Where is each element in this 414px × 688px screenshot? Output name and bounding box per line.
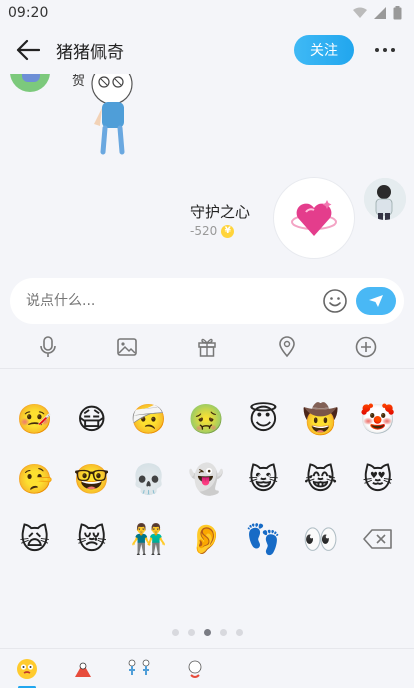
emoji-item[interactable]: 👻 bbox=[178, 449, 235, 509]
signal-icon bbox=[374, 7, 386, 19]
gift-bubble[interactable] bbox=[274, 178, 354, 258]
gift-price: -520 ¥ bbox=[190, 224, 235, 238]
image-icon bbox=[117, 338, 138, 356]
arrow-left-icon bbox=[16, 39, 40, 61]
page-dot[interactable] bbox=[187, 629, 195, 636]
image-button[interactable] bbox=[112, 332, 142, 362]
emoji-item[interactable]: 😻 bbox=[349, 449, 406, 509]
emoji-item[interactable]: 🤥 bbox=[6, 449, 63, 509]
page-dot[interactable] bbox=[235, 629, 243, 636]
emoji-item[interactable]: 👂 bbox=[178, 509, 235, 569]
emoji-item[interactable]: 🤓 bbox=[63, 449, 120, 509]
emoji-panel: 🤒 😷 🤕 🤢 😇 🤠 🤡 🤥 🤓 💀 👻 😺 😹 😻 🙀 😿 👬 👂 👣 👀 bbox=[0, 369, 414, 648]
location-icon bbox=[278, 336, 295, 358]
peer-sticker-image[interactable] bbox=[70, 74, 150, 168]
emoji-item[interactable]: 😷 bbox=[63, 389, 120, 449]
emoji-item[interactable]: 👀 bbox=[292, 509, 349, 569]
delete-button[interactable] bbox=[349, 509, 406, 569]
emoji-item[interactable]: 💀 bbox=[120, 449, 177, 509]
status-icons bbox=[352, 6, 402, 20]
page-indicator bbox=[0, 629, 414, 636]
message-input-bar bbox=[10, 278, 404, 324]
page-title: 猪猪佩奇 bbox=[56, 42, 124, 63]
sticker-pack-1-tab[interactable] bbox=[64, 650, 102, 688]
chat-messages[interactable]: 贺 守护之心 -520 ¥ bbox=[0, 74, 414, 274]
page-dot[interactable] bbox=[219, 629, 227, 636]
coin-icon: ¥ bbox=[221, 224, 235, 238]
heart-gift-icon bbox=[291, 200, 337, 236]
emoji-item[interactable]: 👣 bbox=[235, 509, 292, 569]
sticker-pack-2-icon bbox=[128, 659, 150, 675]
emoji-item[interactable]: 😹 bbox=[292, 449, 349, 509]
page-dot[interactable] bbox=[171, 629, 179, 636]
emoji-item[interactable]: 😿 bbox=[63, 509, 120, 569]
location-button[interactable] bbox=[272, 332, 302, 362]
user-photo bbox=[364, 178, 406, 220]
more-tools-button[interactable] bbox=[351, 332, 381, 362]
sticker-pack-2-tab[interactable] bbox=[120, 650, 158, 688]
input-tools-row bbox=[0, 330, 414, 364]
more-dot bbox=[391, 48, 395, 52]
message-input[interactable] bbox=[26, 293, 322, 309]
paper-plane-icon bbox=[369, 295, 383, 307]
more-dot bbox=[383, 48, 387, 52]
emoji-item[interactable]: 🤕 bbox=[120, 389, 177, 449]
emoji-item[interactable]: 🤒 bbox=[6, 389, 63, 449]
plus-icon bbox=[355, 336, 377, 358]
emoji-grid: 🤒 😷 🤕 🤢 😇 🤠 🤡 🤥 🤓 💀 👻 😺 😹 😻 🙀 😿 👬 👂 👣 👀 bbox=[6, 389, 406, 569]
gift-name: 守护之心 bbox=[190, 203, 251, 221]
wifi-icon bbox=[353, 7, 367, 18]
emoji-item[interactable]: 😇 bbox=[235, 389, 292, 449]
peer-avatar[interactable] bbox=[10, 74, 50, 92]
chat-header: 猪猪佩奇 关注 bbox=[0, 26, 414, 74]
emoji-item[interactable]: 🙀 bbox=[6, 509, 63, 569]
smiley-icon[interactable] bbox=[322, 288, 348, 314]
emoji-tab-icon bbox=[17, 658, 37, 679]
emoji-item[interactable]: 😺 bbox=[235, 449, 292, 509]
gift-price-value: -520 bbox=[190, 224, 218, 238]
emoji-tab[interactable] bbox=[8, 650, 46, 688]
more-button[interactable] bbox=[370, 35, 400, 65]
sticker-tabs bbox=[0, 648, 414, 688]
emoji-item[interactable]: 🤡 bbox=[349, 389, 406, 449]
gift-icon bbox=[198, 338, 216, 357]
more-dot bbox=[375, 48, 379, 52]
status-bar: 09:20 bbox=[0, 0, 414, 26]
gift-button[interactable] bbox=[192, 332, 222, 362]
microphone-icon bbox=[39, 336, 56, 357]
follow-button[interactable]: 关注 bbox=[294, 35, 354, 65]
page-dot-active[interactable] bbox=[203, 629, 211, 636]
voice-button[interactable] bbox=[33, 332, 63, 362]
sticker-pack-3-tab[interactable] bbox=[176, 650, 214, 688]
sticker-pack-3-icon bbox=[188, 660, 202, 678]
back-button[interactable] bbox=[6, 28, 50, 72]
sticker-pack-1-icon bbox=[75, 662, 91, 677]
battery-icon bbox=[393, 6, 402, 20]
status-time: 09:20 bbox=[8, 5, 49, 21]
send-button[interactable] bbox=[356, 287, 396, 315]
my-avatar[interactable] bbox=[364, 178, 406, 220]
emoji-item[interactable]: 👬 bbox=[120, 509, 177, 569]
emoji-item[interactable]: 🤠 bbox=[292, 389, 349, 449]
backspace-icon bbox=[362, 529, 392, 549]
emoji-item[interactable]: 🤢 bbox=[178, 389, 235, 449]
